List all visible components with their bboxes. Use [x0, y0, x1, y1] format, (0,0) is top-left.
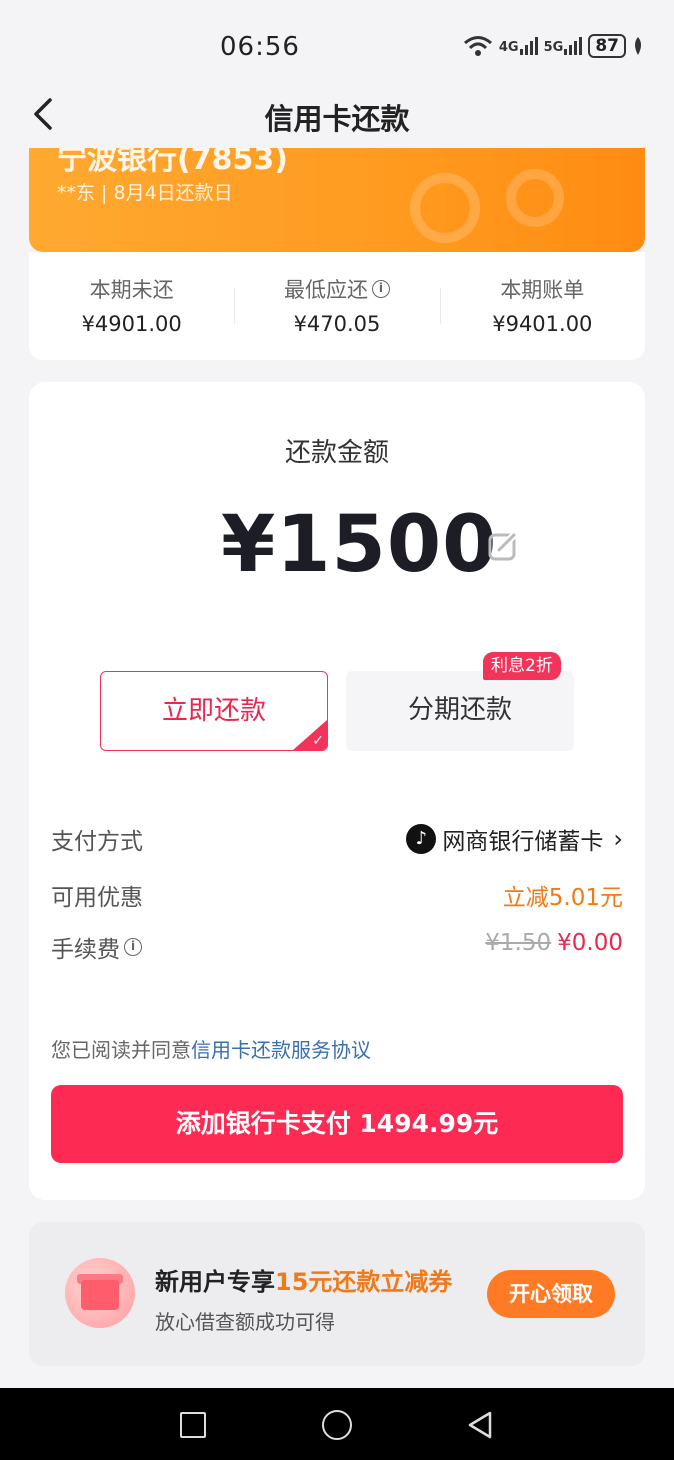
pay-button[interactable]: 添加银行卡支付 1494.99元 [51, 1085, 623, 1163]
promo-subtitle: 放心借查额成功可得 [155, 1310, 335, 1334]
promo-title-prefix: 新用户专享 [155, 1268, 275, 1296]
bill-minimum: 最低应还 i ¥470.05 [234, 252, 439, 360]
bill-minimum-label: 最低应还 [283, 278, 368, 302]
fee-label: 手续费 [51, 937, 120, 963]
check-icon: ✓ [312, 733, 324, 749]
bill-unpaid: 本期未还 ¥4901.00 [29, 252, 234, 360]
bill-statement-value: ¥9401.00 [492, 312, 593, 336]
network-label-1: 4G [498, 40, 519, 55]
interest-badge: 利息2折 [483, 652, 561, 680]
leaf-icon [635, 37, 641, 55]
recent-apps-icon[interactable] [180, 1412, 206, 1438]
system-nav-bar [0, 1388, 674, 1460]
fee-info-icon[interactable]: i [124, 938, 142, 956]
bill-statement: 本期账单 ¥9401.00 [439, 252, 645, 360]
promo-title-highlight: 15元还款立减券 [275, 1268, 453, 1296]
home-icon[interactable] [322, 1410, 352, 1440]
credit-card-banner[interactable]: 宁波银行(7853) **东 | 8月4日还款日 [29, 148, 645, 252]
agreement-prefix: 您已阅读并同意 [51, 1038, 191, 1062]
new-user-promo-card: 新用户专享15元还款立减券 放心借查额成功可得 开心领取 [29, 1222, 645, 1366]
repay-amount-title: 还款金额 [284, 438, 389, 468]
wifi-icon [463, 36, 492, 56]
repay-now-option[interactable]: 立即还款 ✓ [100, 671, 328, 751]
gift-icon [65, 1258, 135, 1328]
status-icons: 4G 5G 87 [463, 34, 644, 58]
installment-label: 分期还款 [407, 695, 512, 725]
network-label-2: 5G [543, 40, 564, 55]
promo-value: 立减5.01元 [502, 885, 623, 911]
bank-name: 宁波银行(7853) [57, 148, 288, 177]
promo-title: 新用户专享15元还款立减券 [155, 1262, 452, 1297]
battery-icon: 87 [588, 34, 626, 58]
page-title: 信用卡还款 [264, 102, 410, 136]
claim-button[interactable]: 开心领取 [487, 1270, 615, 1318]
repay-now-label: 立即还款 [161, 696, 266, 726]
signal-icon: 4G [499, 37, 538, 55]
promo-label: 可用优惠 [51, 885, 143, 911]
bill-statement-label: 本期账单 [500, 278, 585, 302]
payment-method-label: 支付方式 [51, 829, 143, 855]
fee-current: ¥0.00 [557, 930, 623, 956]
info-icon[interactable]: i [371, 280, 390, 298]
bill-minimum-value: ¥470.05 [293, 312, 381, 336]
card-subtitle: **东 | 8月4日还款日 [57, 182, 233, 204]
tiktok-icon: ♪ [406, 824, 437, 854]
signal-icon-2: 5G [544, 37, 583, 55]
chevron-right-icon: › [613, 825, 623, 853]
bill-summary: 本期未还 ¥4901.00 最低应还 i ¥470.05 本期账单 ¥9401.… [29, 252, 645, 360]
installment-option[interactable]: 分期还款 [346, 671, 574, 751]
agreement-link[interactable]: 信用卡还款服务协议 [191, 1038, 371, 1062]
back-triangle-icon[interactable] [466, 1410, 494, 1440]
repay-amount-value[interactable]: ¥1500 [221, 500, 497, 590]
agreement-text: 您已阅读并同意信用卡还款服务协议 [51, 1034, 371, 1063]
bill-unpaid-value: ¥4901.00 [81, 312, 182, 336]
nav-bar: 信用卡还款 [0, 90, 674, 146]
status-time: 06:56 [220, 32, 300, 62]
fee-original: ¥1.50 [485, 930, 552, 956]
card-decoration [410, 169, 564, 243]
payment-method-value: 网商银行储蓄卡 [442, 829, 604, 855]
bill-unpaid-label: 本期未还 [89, 278, 174, 302]
repay-card: 还款金额 ¥1500 立即还款 ✓ 分期还款 利息2折 支付方式 ♪ 网商银行储… [29, 382, 645, 1200]
status-bar: 06:56 4G 5G 87 [0, 0, 674, 96]
edit-icon[interactable] [487, 530, 519, 562]
